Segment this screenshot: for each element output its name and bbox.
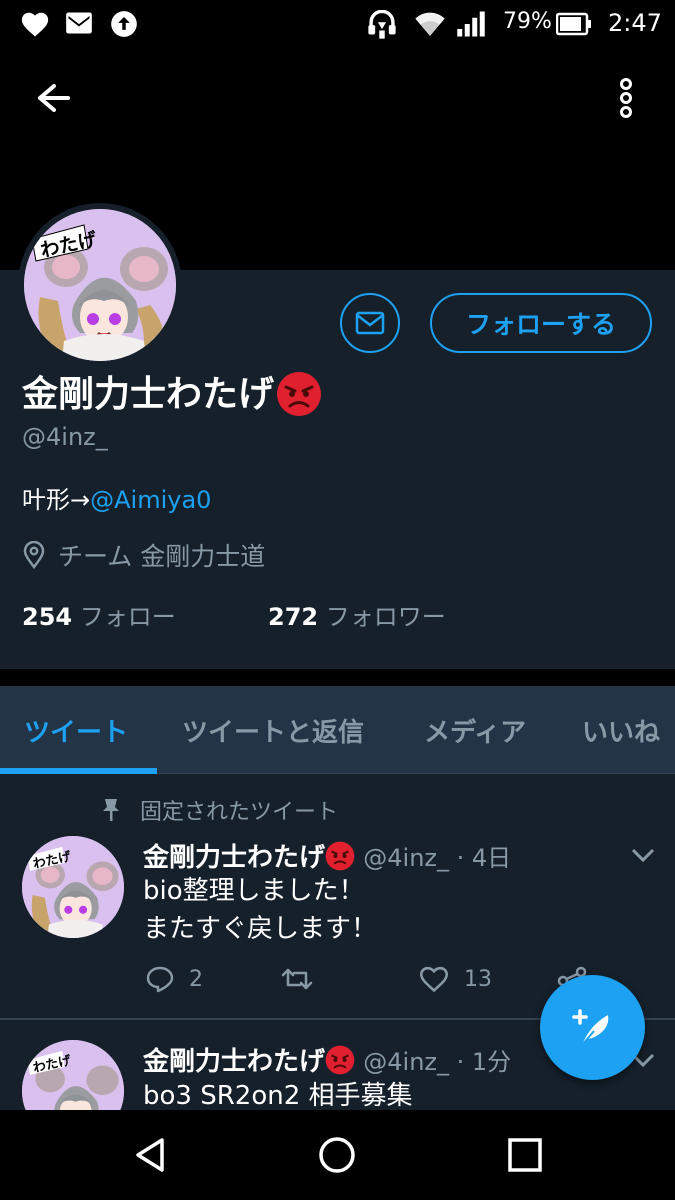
- profile-avatar[interactable]: わたげ: [18, 203, 182, 367]
- reply-icon: [146, 966, 174, 993]
- tweet-header: 金剛力士わたげ @4inz_ · 4日: [143, 837, 511, 874]
- back-arrow-icon[interactable]: [30, 78, 74, 118]
- tweet-text: bio整理しました！ またすぐ戻します！: [143, 872, 377, 948]
- tweet-author-name[interactable]: 金剛力士わたげ: [143, 843, 325, 873]
- home-circle-icon[interactable]: [317, 1135, 357, 1175]
- follow-button[interactable]: フォローする: [430, 293, 652, 353]
- profile-bio: 叶形→@Aimiya0: [22, 480, 211, 515]
- tweet-line: bio整理しました！: [143, 876, 365, 906]
- message-button[interactable]: [340, 293, 400, 353]
- avatar: わたげ: [24, 209, 176, 361]
- display-name-text: 金剛力士わたげ: [22, 374, 275, 415]
- tweet-avatar[interactable]: わたげ: [22, 836, 124, 938]
- pinned-label: 固定されたツイート: [140, 800, 339, 825]
- clock: 2:47: [608, 9, 662, 37]
- following-stat[interactable]: 254 フォロー: [22, 597, 176, 632]
- tweet-header: 金剛力士わたげ @4inz_ · 1分: [143, 1041, 511, 1078]
- display-name: 金剛力士わたげ: [22, 365, 322, 417]
- angry-face-emoji-icon: [325, 1045, 355, 1075]
- compose-tweet-button[interactable]: [540, 975, 645, 1080]
- headset-icon: [368, 10, 396, 39]
- chevron-down-icon[interactable]: [630, 845, 656, 865]
- avatar-illustration: わたげ: [22, 836, 124, 938]
- followers-count: 272: [268, 603, 319, 631]
- gmail-icon: [66, 12, 92, 34]
- angry-face-emoji-icon: [277, 372, 322, 416]
- active-tab-indicator: [0, 768, 157, 774]
- profile-handle: @4inz_: [22, 423, 108, 451]
- recents-square-icon[interactable]: [505, 1135, 545, 1175]
- wifi-icon: [415, 12, 445, 36]
- followers-label: フォロワー: [325, 603, 446, 631]
- section-divider: [0, 669, 675, 686]
- pinned-indicator: 固定されたツイート: [100, 794, 338, 826]
- tweet-meta: @4inz_ · 1分: [363, 1048, 512, 1076]
- like-count: 13: [464, 966, 492, 992]
- android-nav-bar: [0, 1110, 675, 1200]
- location-pin-icon: [23, 541, 45, 569]
- tab-media[interactable]: メディア: [424, 712, 526, 749]
- signal-icon: [457, 11, 485, 37]
- reply-count: 2: [189, 966, 203, 992]
- reply-action[interactable]: 2: [145, 965, 203, 993]
- back-triangle-icon[interactable]: [130, 1135, 170, 1175]
- battery-percent: 79%: [503, 9, 552, 34]
- heart-icon: [21, 12, 49, 37]
- following-count: 254: [22, 603, 73, 631]
- more-options-icon[interactable]: [610, 75, 642, 121]
- tweet-meta: @4inz_ · 4日: [363, 844, 512, 872]
- bio-text: 叶形→: [22, 486, 91, 514]
- location-text: チーム 金剛力士道: [58, 542, 266, 571]
- compose-feather-icon: [571, 1008, 608, 1046]
- avatar-illustration: わたげ: [24, 209, 176, 361]
- status-bar: 79% 2:47: [0, 0, 675, 48]
- like-action[interactable]: 13: [418, 965, 492, 993]
- heart-outline-icon: [419, 966, 449, 993]
- pin-icon: [103, 799, 119, 821]
- bio-mention-link[interactable]: @Aimiya0: [90, 486, 211, 514]
- battery-icon: [556, 12, 591, 36]
- tab-tweets-and-replies[interactable]: ツイートと返信: [182, 712, 364, 749]
- profile-tabs: ツイート ツイートと返信 メディア いいね: [0, 686, 675, 774]
- following-label: フォロー: [79, 603, 176, 631]
- profile-location: チーム 金剛力士道: [22, 537, 265, 573]
- angry-face-emoji-icon: [325, 841, 355, 871]
- retweet-icon: [281, 968, 313, 990]
- avatar: わたげ: [22, 836, 124, 938]
- tweet-line: またすぐ戻します！: [143, 914, 378, 944]
- envelope-icon: [355, 311, 385, 335]
- upload-icon: [111, 11, 137, 37]
- tab-likes[interactable]: いいね: [582, 712, 660, 749]
- tab-tweets[interactable]: ツイート: [24, 712, 128, 749]
- followers-stat[interactable]: 272 フォロワー: [268, 597, 446, 632]
- tweet-author-name[interactable]: 金剛力士わたげ: [143, 1047, 325, 1077]
- retweet-action[interactable]: [280, 965, 328, 993]
